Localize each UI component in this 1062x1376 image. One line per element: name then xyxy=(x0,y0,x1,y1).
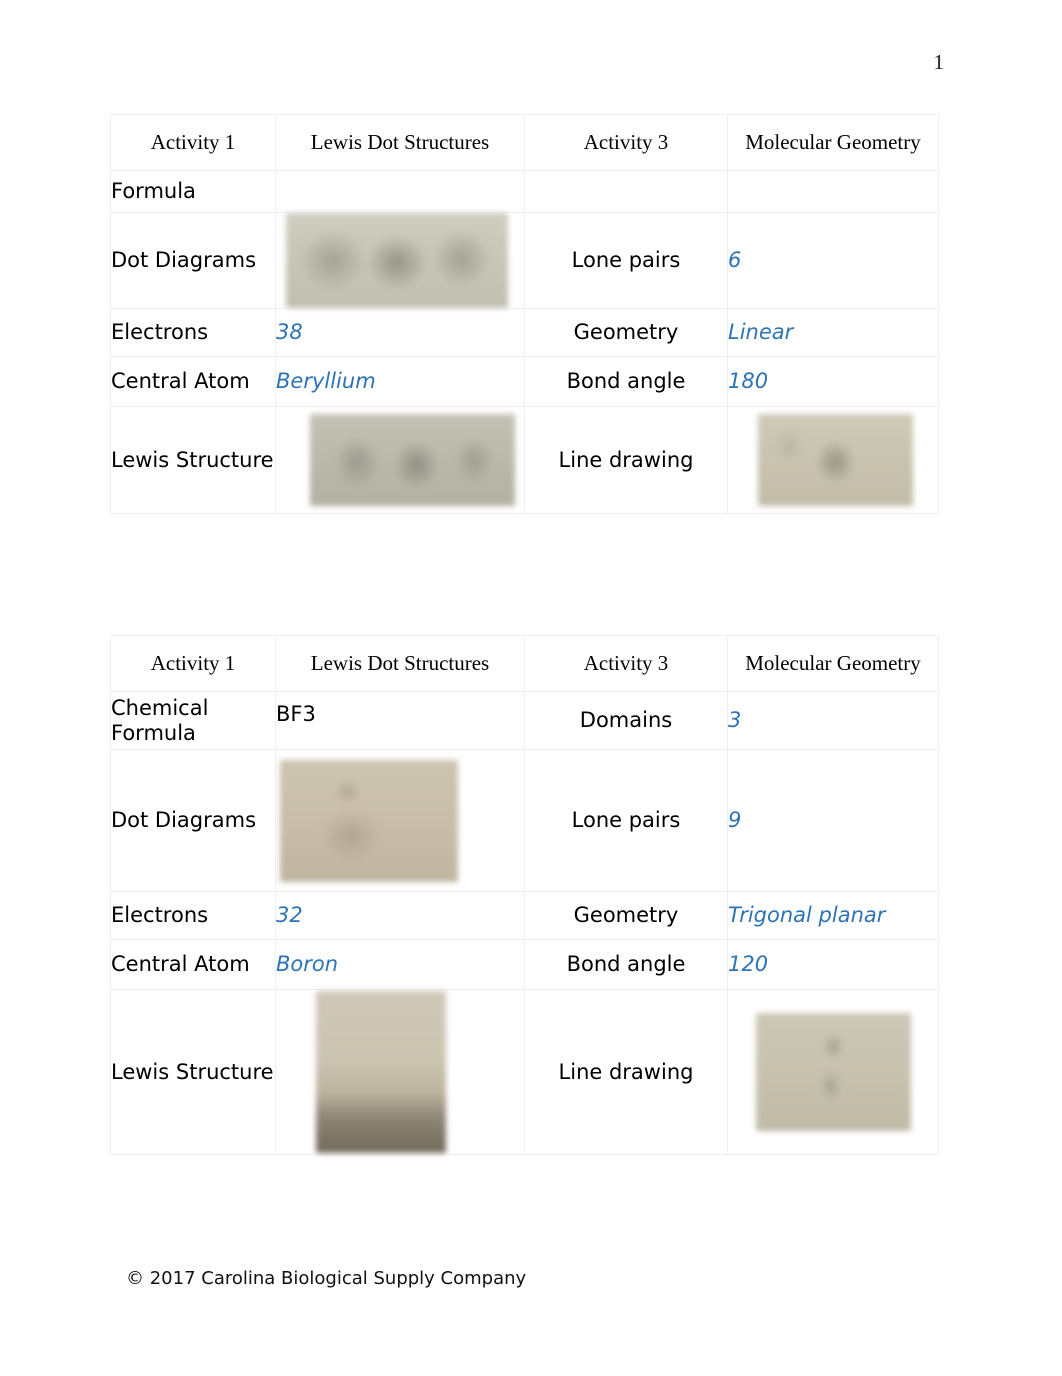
table-header-row: Activity 1 Lewis Dot Structures Activity… xyxy=(110,635,939,692)
table1-label-blank xyxy=(524,170,728,213)
table-row: Electrons 32 Geometry Trigonal planar xyxy=(110,891,939,940)
dot-diagram-photo xyxy=(286,213,508,308)
table1-label-bond-angle: Bond angle xyxy=(524,356,728,407)
lewis-table-2: Activity 1 Lewis Dot Structures Activity… xyxy=(110,635,939,1155)
table-row: Central Atom Boron Bond angle 120 xyxy=(110,939,939,990)
table2-label-dot-diagrams: Dot Diagrams xyxy=(110,749,276,892)
table2-value-central-atom[interactable]: Boron xyxy=(275,939,525,990)
table2-label-bond-angle: Bond angle xyxy=(524,939,728,990)
table-row: Dot Diagrams Lone pairs 6 xyxy=(110,212,939,309)
dot-diagram-photo xyxy=(280,759,458,882)
line-drawing-photo xyxy=(758,414,913,506)
table1-header-activity1: Activity 1 xyxy=(110,114,276,171)
document-page: 1 Activity 1 Lewis Dot Structures Activi… xyxy=(0,0,1062,1376)
table2-label-line-drawing: Line drawing xyxy=(524,989,728,1155)
table2-value-geometry[interactable]: Trigonal planar xyxy=(727,891,939,940)
lewis-structure-photo xyxy=(316,991,446,1153)
table1-label-geometry: Geometry xyxy=(524,308,728,357)
table1-header-lewis-dot-structures: Lewis Dot Structures xyxy=(275,114,525,171)
table1-value-central-atom[interactable]: Beryllium xyxy=(275,356,525,407)
table1-label-lone-pairs: Lone pairs xyxy=(524,212,728,309)
table-row: Central Atom Beryllium Bond angle 180 xyxy=(110,356,939,407)
table2-label-lone-pairs: Lone pairs xyxy=(524,749,728,892)
table2-value-lewis-structure[interactable] xyxy=(275,989,525,1155)
table2-label-chemical-formula: Chemical Formula xyxy=(110,691,276,750)
table1-label-electrons: Electrons xyxy=(110,308,276,357)
table2-value-chemical-formula[interactable]: BF3 xyxy=(275,691,525,750)
table1-label-lewis-structure: Lewis Structure xyxy=(110,406,276,514)
table-row: Chemical Formula BF3 Domains 3 xyxy=(110,691,939,750)
table1-value-electrons[interactable]: 38 xyxy=(275,308,525,357)
table1-value-blank[interactable] xyxy=(727,170,939,213)
lewis-structure-photo xyxy=(310,414,515,506)
table1-value-lewis-structure[interactable] xyxy=(275,406,525,514)
table1-header-molecular-geometry: Molecular Geometry xyxy=(727,114,939,171)
table2-label-central-atom: Central Atom xyxy=(110,939,276,990)
table2-value-bond-angle[interactable]: 120 xyxy=(727,939,939,990)
table1-value-lone-pairs[interactable]: 6 xyxy=(727,212,939,309)
lewis-table-1: Activity 1 Lewis Dot Structures Activity… xyxy=(110,114,939,514)
table2-header-activity1: Activity 1 xyxy=(110,635,276,692)
table1-value-bond-angle[interactable]: 180 xyxy=(727,356,939,407)
table2-header-lewis-dot-structures: Lewis Dot Structures xyxy=(275,635,525,692)
table1-label-central-atom: Central Atom xyxy=(110,356,276,407)
table1-value-line-drawing[interactable] xyxy=(727,406,939,514)
page-number: 1 xyxy=(933,50,945,74)
table1-value-geometry[interactable]: Linear xyxy=(727,308,939,357)
table1-value-dot-diagrams[interactable] xyxy=(275,212,525,309)
table2-value-lone-pairs[interactable]: 9 xyxy=(727,749,939,892)
table2-value-line-drawing[interactable] xyxy=(727,989,939,1155)
footer-copyright: © 2017 Carolina Biological Supply Compan… xyxy=(126,1268,527,1289)
table2-label-electrons: Electrons xyxy=(110,891,276,940)
table2-value-dot-diagrams[interactable] xyxy=(275,749,525,892)
table1-label-line-drawing: Line drawing xyxy=(524,406,728,514)
table1-label-formula: Formula xyxy=(110,170,276,213)
table1-header-activity3: Activity 3 xyxy=(524,114,728,171)
table-row: Electrons 38 Geometry Linear xyxy=(110,308,939,357)
table-row: Lewis Structure Line drawing xyxy=(110,406,939,514)
table2-label-geometry: Geometry xyxy=(524,891,728,940)
table1-value-formula[interactable] xyxy=(275,170,525,213)
table-row: Lewis Structure Line drawing xyxy=(110,989,939,1155)
table2-value-domains[interactable]: 3 xyxy=(727,691,939,750)
table2-header-activity3: Activity 3 xyxy=(524,635,728,692)
table-row: Dot Diagrams Lone pairs 9 xyxy=(110,749,939,892)
table2-label-lewis-structure: Lewis Structure xyxy=(110,989,276,1155)
table2-label-domains: Domains xyxy=(524,691,728,750)
line-drawing-photo xyxy=(756,1013,911,1131)
table1-label-dot-diagrams: Dot Diagrams xyxy=(110,212,276,309)
table-header-row: Activity 1 Lewis Dot Structures Activity… xyxy=(110,114,939,171)
table-row: Formula xyxy=(110,170,939,213)
table2-value-electrons[interactable]: 32 xyxy=(275,891,525,940)
table2-header-molecular-geometry: Molecular Geometry xyxy=(727,635,939,692)
